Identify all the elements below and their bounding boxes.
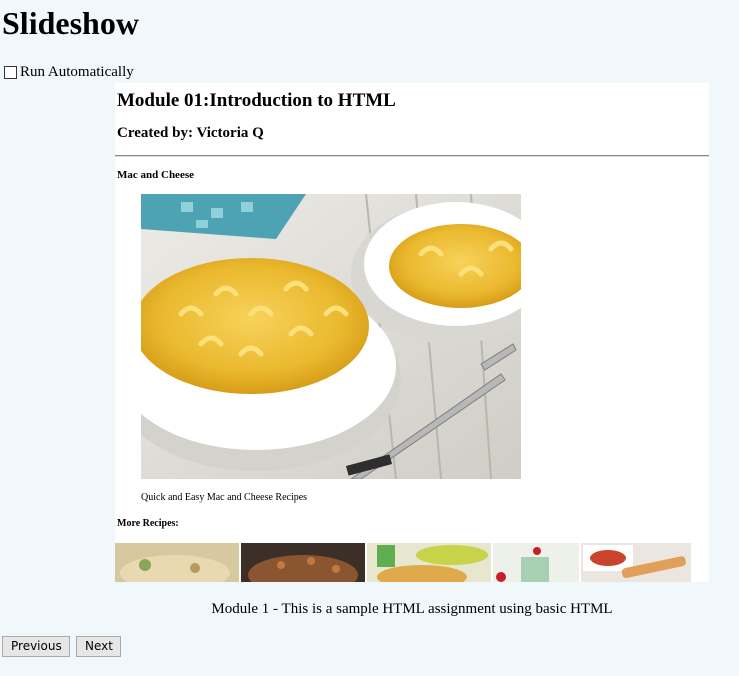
created-by: Created by: Victoria Q: [117, 125, 264, 141]
recipe-thumbnail-1[interactable]: [115, 543, 239, 582]
recipe-thumbnail-3[interactable]: [367, 543, 491, 582]
divider: [115, 155, 709, 157]
next-button[interactable]: Next: [76, 636, 121, 657]
more-recipes-title: More Recipes:: [117, 518, 179, 529]
hero-caption: Quick and Easy Mac and Cheese Recipes: [141, 492, 308, 503]
page-title: Slideshow: [2, 5, 139, 41]
previous-button[interactable]: Previous: [2, 636, 70, 657]
recipe-thumbnail-5[interactable]: [581, 543, 691, 582]
recipe-thumbnail-2[interactable]: [241, 543, 365, 582]
run-automatically-label[interactable]: Run Automatically: [20, 64, 134, 81]
slide-frame: Module 01:Introduction to HTML Created b…: [115, 83, 709, 582]
module-title: Module 01:Introduction to HTML: [117, 90, 396, 111]
recipe-thumbnail-4[interactable]: [493, 543, 579, 582]
mac-and-cheese-image: [141, 194, 521, 479]
footer-text: Module 1 - This is a sample HTML assignm…: [211, 601, 613, 617]
more-recipes-thumbnails: [115, 543, 693, 582]
recipe-title: Mac and Cheese: [117, 169, 194, 181]
run-automatically-checkbox[interactable]: [4, 66, 17, 79]
run-automatically-row[interactable]: Run Automatically: [4, 64, 134, 81]
